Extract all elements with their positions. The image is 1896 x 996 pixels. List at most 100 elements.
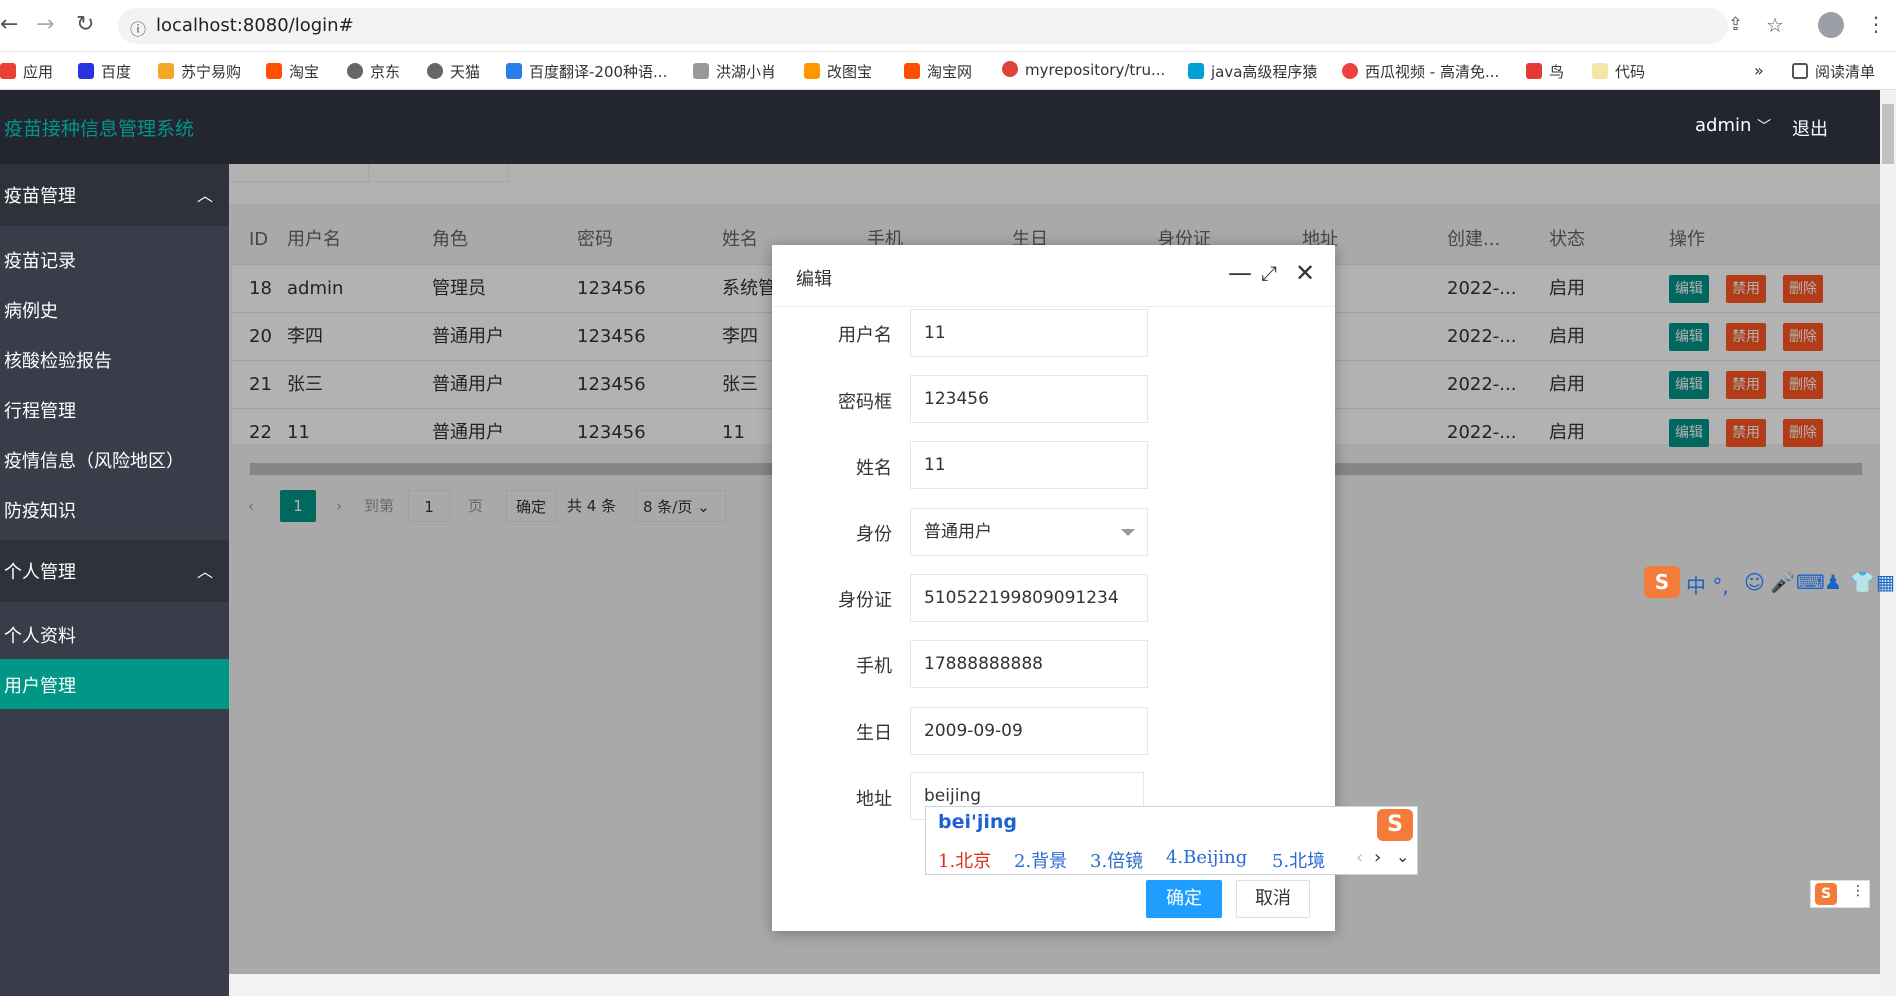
- apps-grid-icon: [0, 63, 16, 79]
- globe-icon: [347, 63, 363, 79]
- microphone-icon[interactable]: 🎤: [1770, 570, 1795, 594]
- translate-icon: [506, 63, 522, 79]
- toolbox-icon[interactable]: ▦: [1876, 570, 1895, 594]
- emoji-icon[interactable]: ☺: [1744, 570, 1765, 594]
- dialog-titlebar: 编辑 — ⤢ ✕: [772, 245, 1335, 307]
- bookmark-myrepository[interactable]: myrepository/tru...: [1002, 61, 1165, 79]
- phone-input[interactable]: 17888888888: [910, 640, 1148, 688]
- app-title: 疫苗接种信息管理系统: [4, 118, 195, 140]
- sogou-logo-icon[interactable]: S: [1644, 566, 1680, 598]
- user-icon[interactable]: ♟: [1824, 570, 1842, 594]
- sogou-logo-icon: S: [1815, 883, 1837, 905]
- skin-icon[interactable]: 👕: [1850, 570, 1875, 594]
- bookmark-favicon: [693, 63, 709, 79]
- page-scrollbar[interactable]: [1880, 90, 1896, 996]
- reading-list[interactable]: 阅读清单: [1792, 61, 1875, 82]
- bookmark-tmall[interactable]: 天猫: [427, 61, 480, 82]
- ime-next-icon[interactable]: ›: [1374, 847, 1381, 868]
- chrome-icon: [1002, 61, 1018, 77]
- name-input[interactable]: 11: [910, 441, 1148, 489]
- ime-candidate[interactable]: 3.倍镜: [1090, 847, 1143, 873]
- bookmark-apps[interactable]: 应用: [0, 61, 53, 82]
- bookmark-gaitubao[interactable]: 改图宝: [804, 61, 872, 82]
- gaitubao-icon: [804, 63, 820, 79]
- dropdown-arrow-icon: [1121, 529, 1135, 536]
- field-label-username: 用户名: [838, 325, 892, 346]
- ime-candidate[interactable]: 1.北京: [938, 847, 991, 873]
- bookmarks-overflow[interactable]: »: [1754, 61, 1764, 80]
- ime-mini-menu-icon[interactable]: ⋮: [1851, 883, 1865, 899]
- ime-candidate[interactable]: 4.Beijing: [1166, 847, 1247, 868]
- birthday-input[interactable]: 2009-09-09: [910, 707, 1148, 755]
- ime-mini-bar[interactable]: S ⋮: [1810, 880, 1870, 908]
- field-label-phone: 手机: [856, 656, 892, 677]
- bilibili-icon: [1188, 63, 1204, 79]
- forward-icon[interactable]: →: [36, 12, 54, 37]
- keyboard-icon[interactable]: ⌨: [1796, 570, 1825, 594]
- bookmark-taobao[interactable]: 淘宝: [266, 61, 319, 82]
- sidebar-group-personal[interactable]: 个人管理 ︿: [0, 540, 229, 602]
- cancel-button[interactable]: 取消: [1236, 880, 1310, 918]
- sidebar-item-medical-history[interactable]: 病例史: [0, 284, 229, 334]
- share-icon[interactable]: ⇪: [1728, 14, 1743, 35]
- bookmark-suning[interactable]: 苏宁易购: [158, 61, 241, 82]
- bookmark-baidu[interactable]: 百度: [78, 61, 131, 82]
- logout-link[interactable]: 退出: [1792, 115, 1828, 141]
- star-icon[interactable]: ☆: [1766, 13, 1784, 37]
- baidu-icon: [78, 63, 94, 79]
- page-scrollbar-thumb[interactable]: [1882, 104, 1894, 164]
- ime-candidate-window: bei'jing S 1.北京 2.背景 3.倍镜 4.Beijing 5.北境…: [925, 806, 1418, 875]
- url-text: localhost:8080/login#: [156, 15, 354, 36]
- bookmark-honghu[interactable]: 洪湖小肖: [693, 61, 776, 82]
- sidebar-item-itinerary[interactable]: 行程管理: [0, 384, 229, 434]
- bookmark-taobaowang[interactable]: 淘宝网: [904, 61, 972, 82]
- close-icon[interactable]: ✕: [1295, 259, 1315, 287]
- chevron-down-icon: ﹀: [1757, 119, 1772, 135]
- bookmark-bird[interactable]: 鸟: [1526, 61, 1564, 82]
- ime-prev-icon[interactable]: ‹: [1356, 847, 1363, 868]
- sidebar-item-risk-areas[interactable]: 疫情信息（风险地区）: [0, 434, 229, 484]
- menu-kebab-icon[interactable]: ⋮: [1866, 12, 1886, 36]
- bookmark-java[interactable]: java高级程序猿: [1188, 61, 1317, 82]
- reading-list-icon: [1792, 63, 1808, 79]
- sidebar-item-profile[interactable]: 个人资料: [0, 609, 229, 659]
- ime-mode-indicator[interactable]: 中 °,: [1686, 570, 1729, 599]
- info-icon: ⓘ: [130, 20, 147, 39]
- field-label-birthday: 生日: [856, 723, 892, 744]
- field-label-name: 姓名: [856, 458, 892, 479]
- sogou-logo-icon: S: [1377, 809, 1413, 841]
- app-header: 疫苗接种信息管理系统 admin ﹀ 退出: [0, 90, 1880, 164]
- sidebar-item-user-management[interactable]: 用户管理: [0, 659, 229, 709]
- taobao-icon: [904, 63, 920, 79]
- maximize-icon[interactable]: ⤢: [1261, 261, 1277, 285]
- bookmark-xigua[interactable]: 西瓜视频 - 高清免...: [1342, 61, 1499, 82]
- confirm-button[interactable]: 确定: [1146, 880, 1222, 918]
- minimize-icon[interactable]: —: [1228, 259, 1252, 287]
- sidebar-item-knowledge[interactable]: 防疫知识: [0, 484, 229, 534]
- ime-composition: bei'jing: [938, 811, 1017, 833]
- sidebar-item-nucleic-report[interactable]: 核酸检验报告: [0, 334, 229, 384]
- ime-expand-icon[interactable]: ⌄: [1396, 847, 1409, 866]
- bird-icon: [1526, 63, 1542, 79]
- field-label-address: 地址: [856, 789, 892, 810]
- address-bar[interactable]: ⓘ localhost:8080/login# ⇪ ☆: [118, 8, 1784, 44]
- ime-candidate[interactable]: 5.北境: [1272, 847, 1325, 873]
- password-input[interactable]: 123456: [910, 375, 1148, 423]
- back-icon[interactable]: ←: [0, 12, 18, 37]
- idcard-input[interactable]: 510522199809091234: [910, 574, 1148, 622]
- sidebar-group-vaccine[interactable]: 疫苗管理 ︿: [0, 164, 229, 226]
- reload-icon[interactable]: ↻: [76, 12, 94, 37]
- profile-avatar[interactable]: [1818, 12, 1844, 38]
- bookmark-code[interactable]: 代码: [1592, 61, 1645, 82]
- user-name: admin: [1695, 115, 1752, 136]
- bookmark-baidu-translate[interactable]: 百度翻译-200种语...: [506, 61, 667, 82]
- bookmarks-bar: 应用 百度 苏宁易购 淘宝 京东 天猫 百度翻译-200种语... 洪湖小肖 改…: [0, 52, 1896, 90]
- role-select[interactable]: 普通用户: [910, 508, 1148, 556]
- ime-candidate[interactable]: 2.背景: [1014, 847, 1067, 873]
- sidebar-item-vaccine-records[interactable]: 疫苗记录: [0, 234, 229, 284]
- username-input[interactable]: 11: [910, 309, 1148, 357]
- field-label-password: 密码框: [838, 392, 892, 413]
- bookmark-jd[interactable]: 京东: [347, 61, 400, 82]
- user-menu[interactable]: admin ﹀: [1695, 115, 1771, 136]
- field-label-idcard: 身份证: [838, 590, 892, 611]
